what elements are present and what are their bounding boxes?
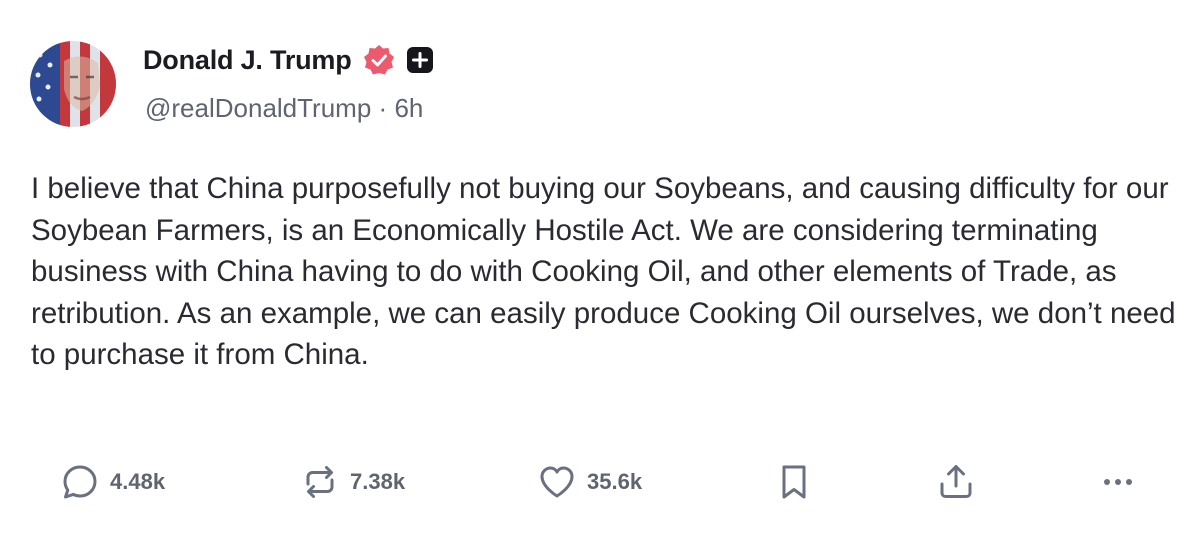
share-button[interactable] xyxy=(936,462,976,502)
handle[interactable]: @realDonaldTrump xyxy=(145,93,371,123)
avatar[interactable] xyxy=(30,41,116,127)
speech-bubble-icon xyxy=(60,462,100,502)
more-dots-icon xyxy=(1098,462,1138,502)
bookmark-icon xyxy=(776,462,812,502)
repost-button[interactable]: 7.38k xyxy=(300,462,405,502)
reply-count: 4.48k xyxy=(110,469,166,494)
plus-badge-icon xyxy=(406,46,434,74)
repost-arrows-icon xyxy=(300,462,340,502)
post-time[interactable]: 6h xyxy=(394,93,423,123)
verified-badge-icon xyxy=(362,43,396,77)
share-upload-icon xyxy=(936,462,976,502)
like-count: 35.6k xyxy=(587,469,643,494)
display-name[interactable]: Donald J. Trump xyxy=(143,45,352,76)
author-row: Donald J. Trump xyxy=(143,42,434,78)
more-button[interactable] xyxy=(1098,462,1138,502)
handle-row: @realDonaldTrump · 6h xyxy=(145,93,423,124)
truth-post: Donald J. Trump @realDonaldTrump · 6h I … xyxy=(0,0,1200,545)
reply-button[interactable]: 4.48k xyxy=(60,462,165,502)
repost-count: 7.38k xyxy=(350,469,406,494)
post-text: I believe that China purposefully not bu… xyxy=(31,172,1176,372)
heart-icon xyxy=(537,462,577,502)
bookmark-button[interactable] xyxy=(776,462,812,502)
like-button[interactable]: 35.6k xyxy=(537,462,642,502)
separator-dot: · xyxy=(378,93,388,123)
